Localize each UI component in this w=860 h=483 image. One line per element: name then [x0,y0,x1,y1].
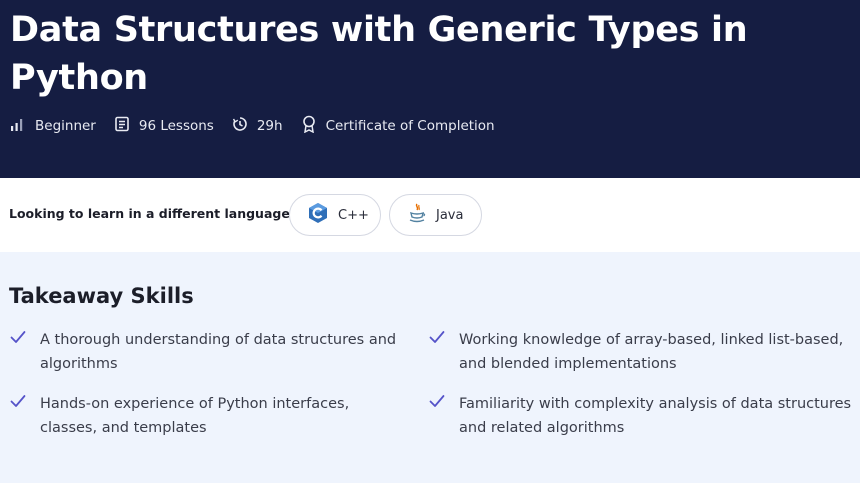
skill-text: Working knowledge of array-based, linked… [459,332,844,372]
meta-certificate-text: Certificate of Completion [325,118,495,134]
level-bars-icon [10,116,35,136]
takeaway-skills: Takeaway Skills A thorough understanding… [0,252,860,483]
meta-lessons-text: 96 Lessons [138,118,214,134]
skill-text: Hands-on experience of Python interfaces… [40,396,350,436]
skill-text: Familiarity with complexity analysis of … [459,396,852,436]
course-meta: Beginner 96 Lessons 29h Certificate of C… [10,114,513,138]
checkmark-icon [429,328,445,349]
skill-item: Working knowledge of array-based, linked… [429,328,854,376]
meta-level-text: Beginner [35,118,96,134]
meta-lessons: 96 Lessons [114,116,214,136]
language-chip-java-label: Java [436,207,464,223]
checkmark-icon [10,328,26,349]
takeaway-skills-heading: Takeaway Skills [9,284,194,308]
skill-item: Familiarity with complexity analysis of … [429,392,854,440]
language-prompt: Looking to learn in a different language… [9,206,298,221]
cpp-logo-icon [308,202,338,228]
course-hero: Data Structures with Generic Types in Py… [0,0,860,178]
checkmark-icon [10,392,26,413]
course-title: Data Structures with Generic Types in Py… [10,10,748,98]
meta-certificate: Certificate of Completion [301,115,495,137]
skill-text: A thorough understanding of data structu… [40,332,397,372]
lessons-doc-icon [114,116,139,136]
language-selector: Looking to learn in a different language… [0,178,860,252]
language-chip-cpp-label: C++ [338,207,369,223]
skill-item: A thorough understanding of data structu… [10,328,410,376]
language-chip-cpp[interactable]: C++ [289,194,381,236]
java-logo-icon [408,202,436,228]
meta-duration: 29h [232,116,283,136]
meta-duration-text: 29h [256,118,283,134]
checkmark-icon [429,392,445,413]
clock-icon [232,116,257,136]
meta-level: Beginner [10,116,96,136]
skill-item: Hands-on experience of Python interfaces… [10,392,410,440]
language-chip-java[interactable]: Java [389,194,482,236]
certificate-ribbon-icon [301,115,326,137]
